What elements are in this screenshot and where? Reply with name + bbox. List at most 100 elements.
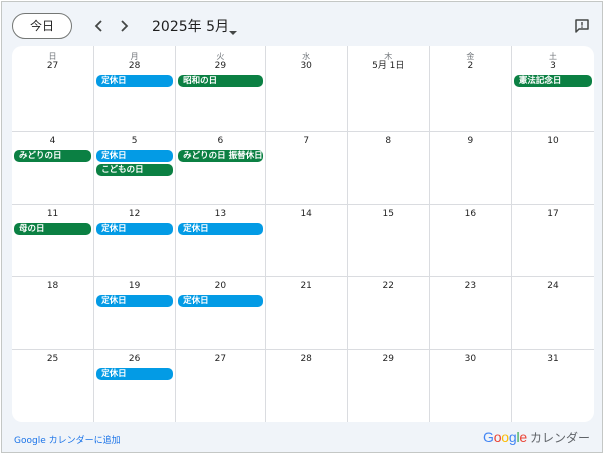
day-number[interactable]: 10 [512,135,594,148]
day-number[interactable]: 14 [266,208,347,221]
day-number[interactable]: 5月 1日 [348,60,429,73]
event-chip[interactable]: 定休日 [178,223,263,235]
day-cell[interactable]: 土 3 憲法記念日 [511,46,594,132]
feedback-icon[interactable] [574,18,590,34]
day-number[interactable]: 22 [348,280,429,293]
day-number[interactable]: 27 [176,353,264,366]
event-chip[interactable]: 定休日 [96,223,174,235]
event-chip[interactable]: みどりの日 [14,150,92,162]
day-cell[interactable]: 18 [12,277,95,350]
event-list [348,73,429,75]
day-cell[interactable]: 23 [429,277,512,350]
day-cell[interactable]: 13 定休日 [176,205,266,277]
event-chip[interactable]: 定休日 [178,295,263,307]
day-cell[interactable]: 7 [265,132,348,205]
day-cell[interactable]: 17 [511,205,594,277]
day-cell[interactable]: 28 [266,350,348,422]
day-number[interactable]: 20 [176,280,264,293]
event-list [348,366,429,368]
day-number[interactable]: 18 [12,280,93,293]
day-number[interactable]: 28 [94,60,175,73]
event-list: 定休日 [94,293,175,307]
day-cell[interactable]: 5 定休日こどもの日 [94,132,177,205]
day-cell[interactable]: 16 [429,205,512,277]
day-number[interactable]: 30 [266,60,347,73]
event-list: みどりの日 振替休日 [176,148,264,162]
chevron-right-icon[interactable] [114,16,134,36]
day-number[interactable]: 17 [512,208,594,221]
event-chip[interactable]: 母の日 [14,223,92,235]
day-number[interactable]: 15 [348,208,429,221]
day-number[interactable]: 11 [12,208,93,221]
day-number[interactable]: 23 [430,280,511,293]
day-cell[interactable]: 金2 [429,46,512,132]
event-list [430,293,511,295]
day-cell[interactable]: 24 [511,277,594,350]
day-number[interactable]: 29 [176,60,264,73]
day-number[interactable]: 31 [512,353,594,366]
day-number[interactable]: 29 [348,353,429,366]
day-cell[interactable]: 27 [176,350,266,422]
day-cell[interactable]: 31 [512,350,594,422]
day-cell[interactable]: 日 27 [12,46,95,132]
day-cell[interactable]: 10 [511,132,594,205]
day-number[interactable]: 8 [348,135,429,148]
month-title[interactable]: 2025年 5月 [152,16,229,36]
day-cell[interactable]: 12 定休日 [94,205,177,277]
event-chip[interactable]: 定休日 [96,368,174,380]
day-number[interactable]: 2 [430,60,511,73]
event-chip[interactable]: みどりの日 振替休日 [178,150,263,162]
event-list [512,148,594,150]
event-list [266,293,347,295]
day-cell[interactable]: 11 母の日 [12,205,95,277]
day-number[interactable]: 19 [94,280,175,293]
day-number[interactable]: 24 [512,280,594,293]
day-number[interactable]: 30 [430,353,511,366]
day-number[interactable]: 6 [176,135,264,148]
chevron-left-icon[interactable] [89,16,109,36]
day-number[interactable]: 12 [94,208,175,221]
day-cell[interactable]: 火 29 昭和の日 [176,46,266,132]
day-cell[interactable]: 30 [430,350,512,422]
day-number[interactable]: 16 [430,208,511,221]
google-wordmark: Google [483,429,527,445]
event-chip[interactable]: 昭和の日 [178,75,263,87]
day-cell[interactable]: 8 [347,132,430,205]
day-cell[interactable]: 9 [429,132,512,205]
day-cell[interactable]: 4 みどりの日 [12,132,95,205]
event-chip[interactable]: 定休日 [96,75,174,87]
event-chip[interactable]: 定休日 [96,150,174,162]
event-list [348,293,429,295]
day-cell[interactable]: 20 定休日 [176,277,266,350]
event-chip[interactable]: こどもの日 [96,164,174,176]
day-cell[interactable]: 19 定休日 [94,277,177,350]
day-number[interactable]: 27 [12,60,93,73]
day-cell[interactable]: 木 5月 1日 [347,46,430,132]
day-cell[interactable]: 月 28 定休日 [94,46,177,132]
day-number[interactable]: 5 [94,135,175,148]
day-cell[interactable]: 29 [348,350,430,422]
day-number[interactable]: 25 [12,353,93,366]
caret-down-icon[interactable] [228,22,238,35]
day-cell[interactable]: 水 30 [265,46,348,132]
day-cell[interactable]: 26 定休日 [94,350,177,422]
add-to-google-calendar-link[interactable]: Google カレンダーに追加 [14,433,121,446]
day-cell[interactable]: 21 [265,277,348,350]
day-cell[interactable]: 22 [347,277,430,350]
day-cell[interactable]: 6 みどりの日 振替休日 [176,132,266,205]
day-number[interactable]: 9 [430,135,511,148]
today-button[interactable]: 今日 [12,13,72,39]
event-chip[interactable]: 憲法記念日 [513,75,592,87]
day-number[interactable]: 7 [266,135,347,148]
google-calendar-logo[interactable]: Google カレンダー [483,428,590,446]
day-number[interactable]: 26 [94,353,175,366]
day-number[interactable]: 28 [266,353,347,366]
day-number[interactable]: 13 [176,208,264,221]
day-cell[interactable]: 14 [265,205,348,277]
day-cell[interactable]: 25 [12,350,95,422]
day-number[interactable]: 4 [12,135,93,148]
day-cell[interactable]: 15 [347,205,430,277]
event-chip[interactable]: 定休日 [96,295,174,307]
day-number[interactable]: 21 [266,280,347,293]
day-number[interactable]: 3 [512,60,594,73]
